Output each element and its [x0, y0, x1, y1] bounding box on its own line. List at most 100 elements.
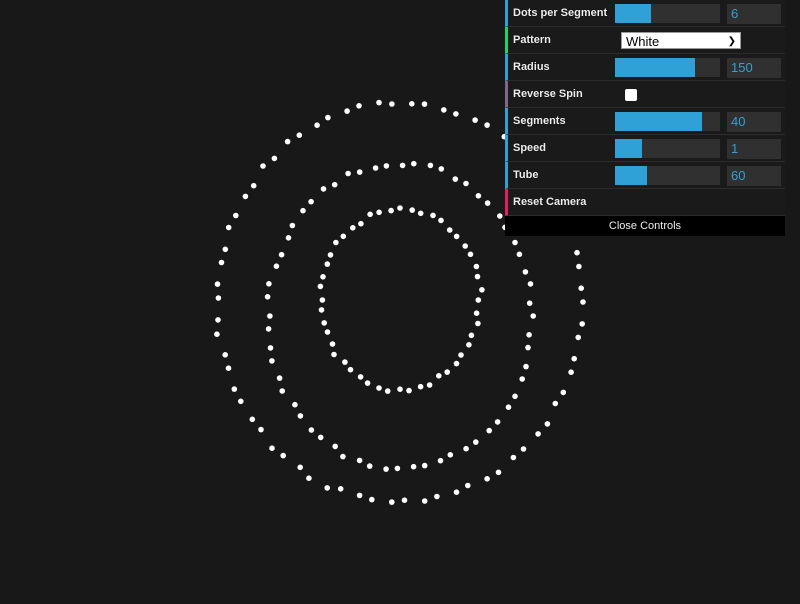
control-label: Segments [513, 115, 566, 127]
control-tube: Tube 60 [505, 162, 785, 189]
dot [214, 281, 221, 287]
dot [484, 122, 490, 128]
dot [367, 211, 373, 218]
dot [324, 329, 331, 335]
dot [297, 464, 304, 471]
tube-slider[interactable] [615, 166, 720, 185]
speed-slider[interactable] [615, 139, 720, 158]
reset-camera-button[interactable]: Reset Camera [505, 189, 785, 216]
dots-per-segment-input[interactable]: 6 [727, 4, 781, 24]
dot [267, 345, 274, 351]
dot [372, 165, 379, 171]
dot [576, 263, 582, 270]
dot [409, 101, 415, 107]
dot [327, 252, 334, 258]
tube-input[interactable]: 60 [727, 166, 781, 186]
reverse-spin-checkbox[interactable] [625, 89, 637, 101]
dot [438, 166, 445, 172]
dot [340, 453, 346, 460]
dot [225, 224, 232, 231]
dot [479, 287, 485, 293]
dot [356, 169, 363, 175]
dot [318, 307, 325, 313]
dot [465, 482, 471, 489]
dot [284, 138, 291, 145]
dot [466, 342, 472, 348]
dot [325, 114, 331, 121]
dot [437, 457, 444, 464]
radius-input[interactable]: 150 [727, 58, 781, 78]
dot [527, 281, 534, 287]
dot [453, 360, 460, 367]
dot [552, 400, 559, 407]
dot [458, 352, 464, 358]
dot [215, 317, 221, 323]
control-segments: Segments 40 [505, 108, 785, 135]
close-controls-button[interactable]: Close Controls [505, 216, 785, 236]
dot [446, 227, 453, 233]
dot [356, 492, 363, 499]
dot [486, 427, 493, 434]
dot [505, 404, 512, 411]
dot [525, 344, 531, 351]
segments-input[interactable]: 40 [727, 112, 781, 132]
dot [530, 313, 536, 319]
dot [308, 198, 314, 205]
dot [453, 489, 460, 496]
dot [297, 413, 304, 419]
control-label: Reverse Spin [513, 88, 583, 100]
speed-input[interactable]: 1 [727, 139, 781, 159]
dot [475, 297, 482, 303]
segments-slider[interactable] [615, 112, 720, 131]
dot [260, 163, 266, 169]
dot [574, 249, 580, 256]
dot [462, 243, 469, 249]
dot [526, 332, 532, 338]
dot [474, 273, 481, 280]
dot [434, 493, 440, 500]
dot [347, 366, 354, 373]
dot [215, 295, 222, 301]
dot [383, 466, 389, 472]
dot [345, 170, 351, 177]
dot [453, 233, 460, 240]
dot [512, 239, 518, 246]
dot [473, 263, 480, 270]
dot [250, 182, 257, 189]
pattern-select[interactable]: White ❯ [621, 32, 741, 49]
dot [331, 181, 338, 188]
dot [269, 358, 275, 364]
dot [384, 388, 391, 394]
dot [329, 341, 336, 347]
dot [411, 160, 417, 167]
dots-per-segment-slider[interactable] [615, 4, 720, 23]
dot [258, 426, 264, 433]
control-label: Pattern [513, 34, 551, 46]
dot [473, 310, 480, 317]
dot [427, 162, 434, 169]
dot [337, 486, 344, 492]
dot [383, 163, 390, 169]
dot [463, 445, 469, 452]
dot [324, 261, 331, 267]
dot [519, 376, 525, 382]
dot [468, 332, 475, 339]
dot [495, 469, 502, 476]
dot [308, 427, 315, 433]
chevron-down-icon: ❯ [727, 36, 736, 47]
dot [394, 465, 401, 472]
dot [475, 193, 482, 199]
control-label: Tube [513, 169, 539, 181]
dot [472, 117, 478, 123]
dot [484, 476, 490, 482]
control-label: Dots per Segment [513, 7, 608, 19]
dot [436, 373, 442, 379]
dot [397, 205, 403, 211]
radius-slider[interactable] [615, 58, 720, 77]
dot [452, 176, 459, 182]
dot [264, 294, 271, 300]
dot [389, 499, 395, 505]
dot [463, 180, 469, 187]
dot [233, 212, 239, 219]
dot [575, 334, 581, 341]
